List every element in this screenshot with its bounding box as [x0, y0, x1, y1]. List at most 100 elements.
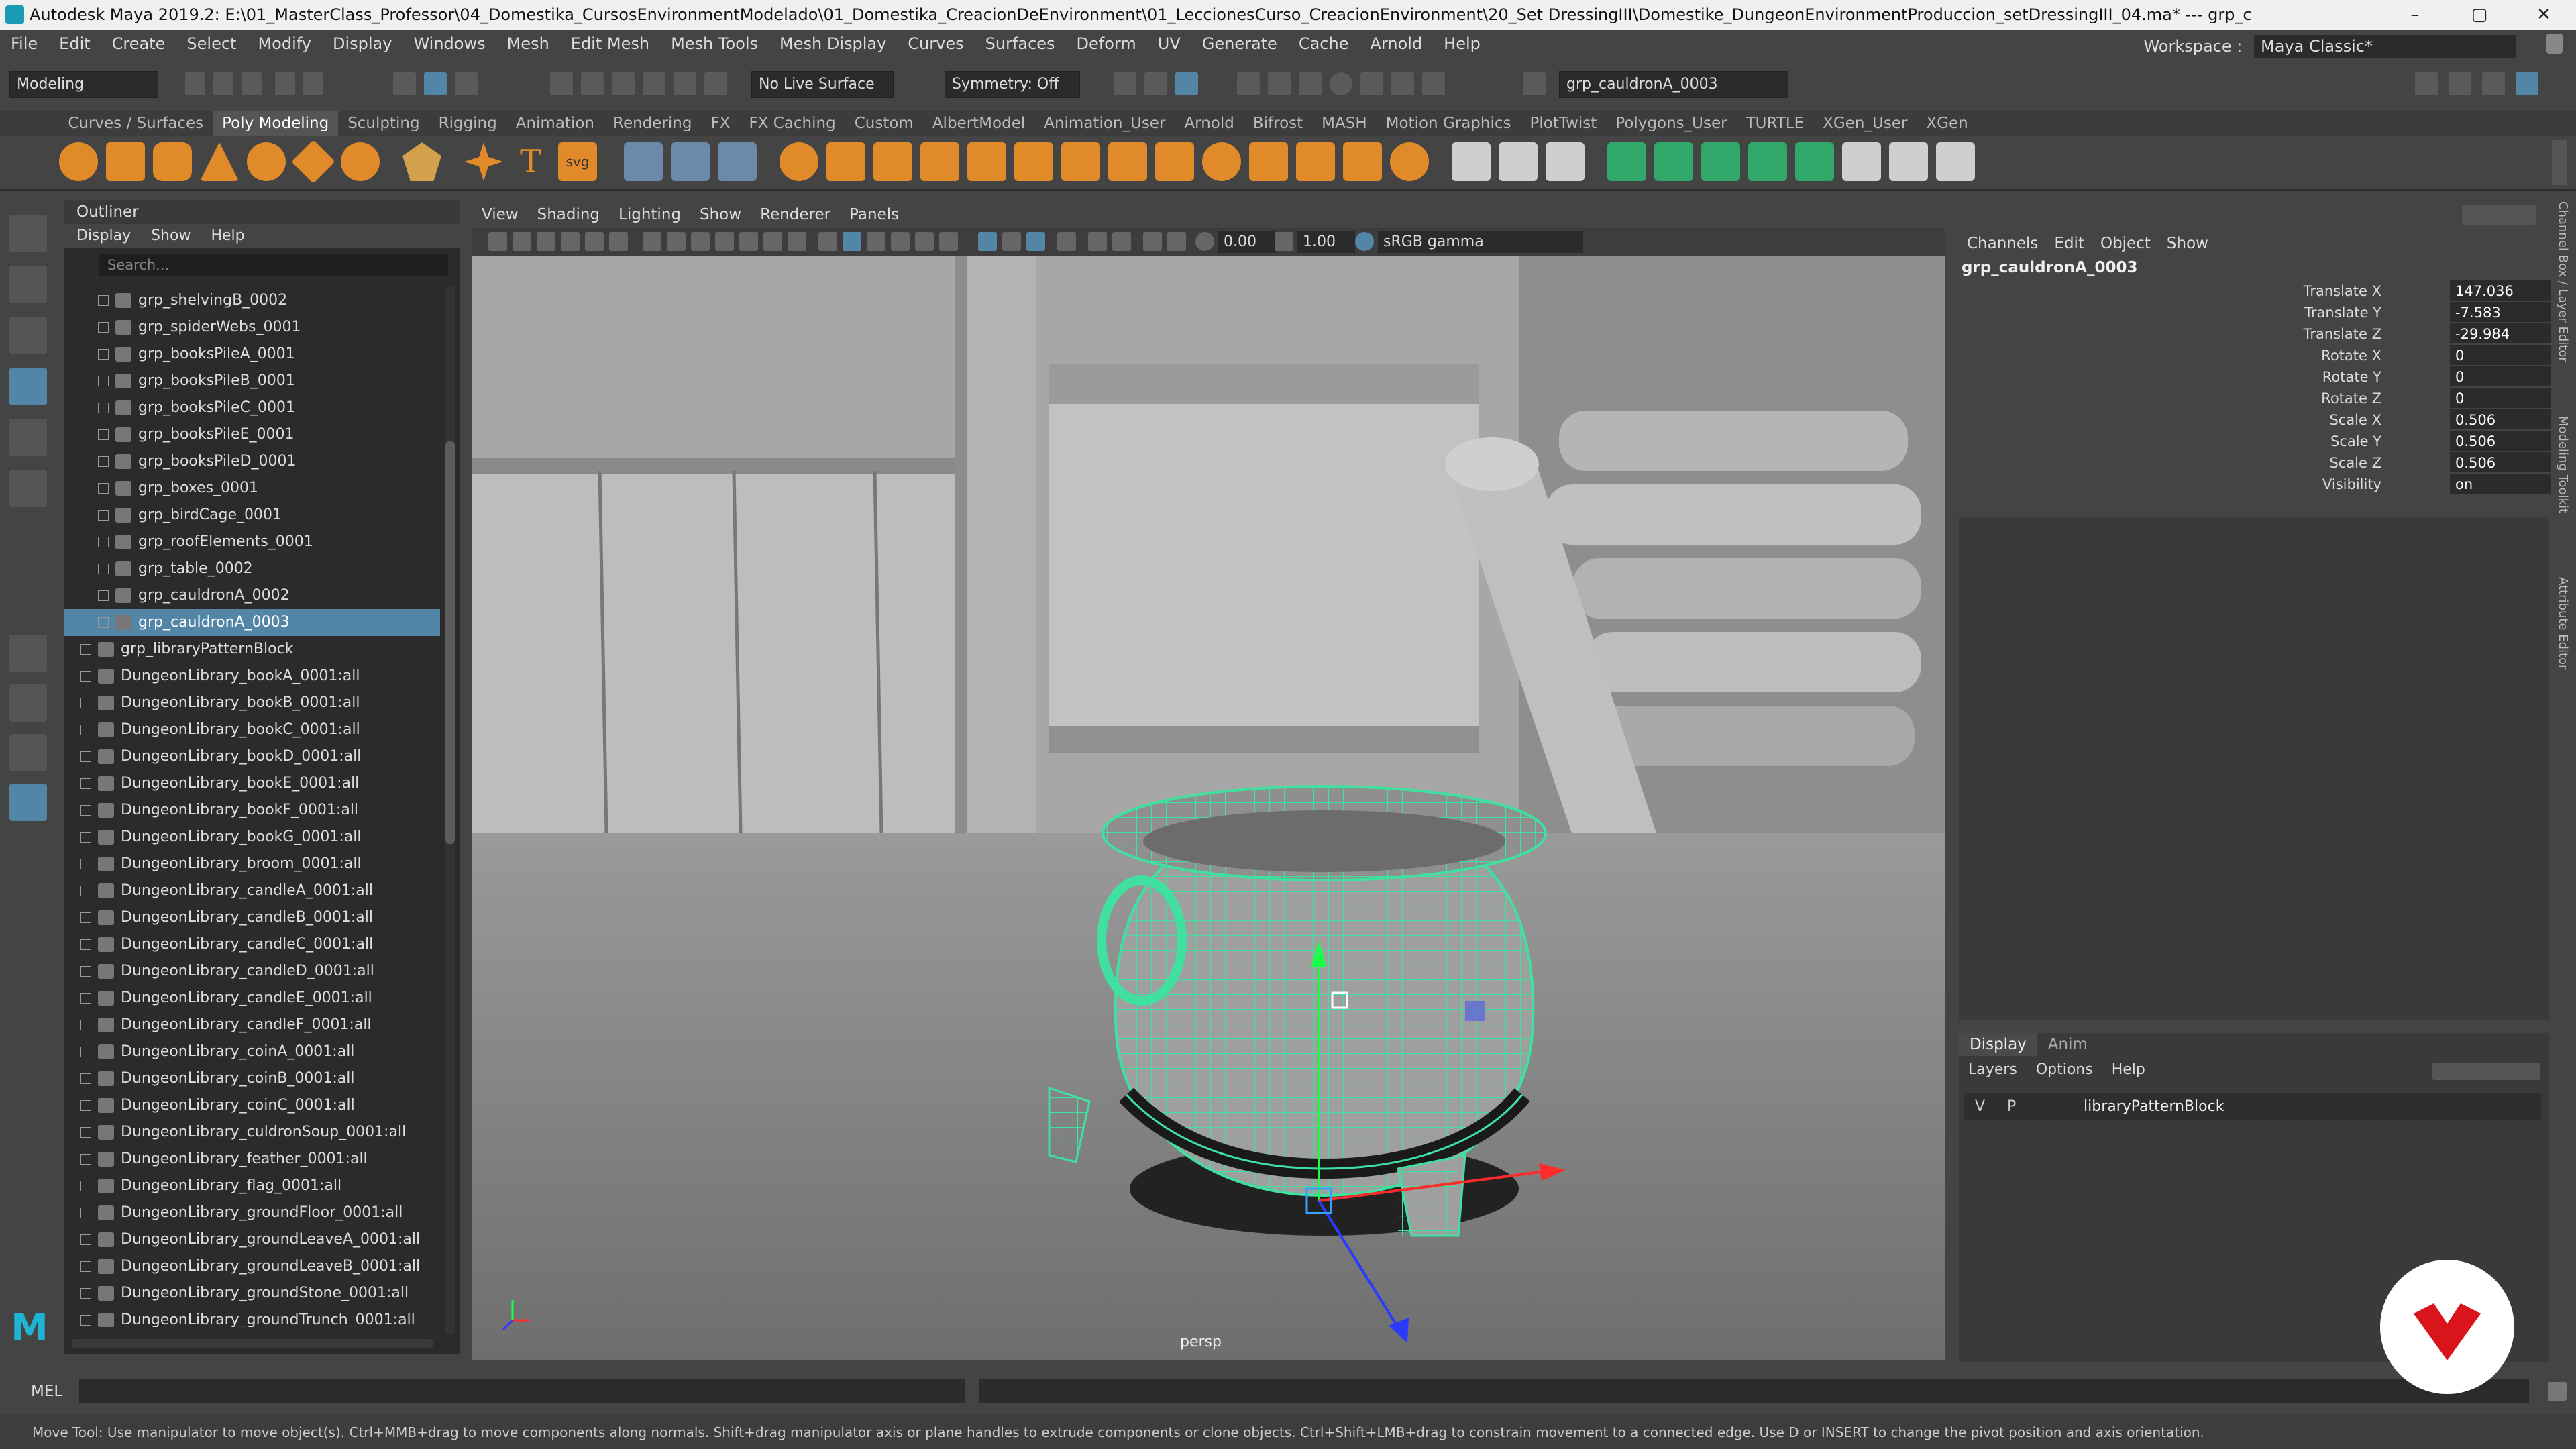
- rename-field-icon[interactable]: [1523, 72, 1546, 95]
- gate-mask-icon[interactable]: [715, 232, 734, 251]
- menu-surfaces[interactable]: Surfaces: [975, 30, 1066, 58]
- expand-icon[interactable]: [80, 1315, 91, 1326]
- expand-icon[interactable]: [80, 1100, 91, 1111]
- safe-title-icon[interactable]: [788, 232, 806, 251]
- outliner-item[interactable]: grp_booksPileC_0001: [64, 394, 440, 421]
- outliner-item[interactable]: DungeonLibrary_groundTrunch_0001:all: [64, 1307, 440, 1327]
- move-tool-icon[interactable]: [9, 368, 47, 405]
- render-frame-icon[interactable]: [1237, 72, 1260, 95]
- outliner-item[interactable]: grp_booksPileE_0001: [64, 421, 440, 448]
- channel-value-field[interactable]: -7.583: [2450, 302, 2551, 322]
- shelf-tab-arnold[interactable]: Arnold: [1175, 111, 1243, 136]
- smooth-shade-icon[interactable]: [843, 232, 861, 251]
- outliner-item[interactable]: DungeonLibrary_culdronSoup_0001:all: [64, 1119, 440, 1146]
- reset-transform-icon[interactable]: [1795, 142, 1834, 181]
- shelf-tab-bifrost[interactable]: Bifrost: [1244, 111, 1312, 136]
- menu-curves[interactable]: Curves: [897, 30, 974, 58]
- construction-history-icon[interactable]: [1144, 72, 1167, 95]
- arnold-render-icon[interactable]: [1360, 72, 1383, 95]
- channel-name[interactable]: Rotate Z: [2321, 388, 2381, 409]
- lasso-tool-icon[interactable]: [9, 266, 47, 303]
- shelf-tab-turtle[interactable]: TURTLE: [1737, 111, 1814, 136]
- menu-cache[interactable]: Cache: [1288, 30, 1360, 58]
- viewport-menu-panels[interactable]: Panels: [840, 206, 908, 223]
- layer-arrow-icons[interactable]: [2432, 1063, 2540, 1080]
- expand-icon[interactable]: [80, 859, 91, 869]
- expand-icon[interactable]: [80, 1127, 91, 1138]
- outliner-item[interactable]: DungeonLibrary_candleE_0001:all: [64, 985, 440, 1012]
- textured-icon[interactable]: [915, 232, 934, 251]
- poly-cylinder-icon[interactable]: [153, 142, 192, 181]
- history-icon[interactable]: [1114, 72, 1136, 95]
- mesh-combine-icon[interactable]: [624, 142, 663, 181]
- boolean-icon[interactable]: [780, 142, 818, 181]
- quad-draw-icon[interactable]: [1343, 142, 1382, 181]
- append-polygon-icon[interactable]: [1061, 142, 1100, 181]
- outliner-item[interactable]: DungeonLibrary_groundLeaveB_0001:all: [64, 1253, 440, 1280]
- symmetry-dropdown[interactable]: Symmetry: Off: [945, 71, 1080, 98]
- mesh-separate-icon[interactable]: [671, 142, 710, 181]
- wireframe-on-shaded-icon[interactable]: [891, 232, 910, 251]
- shelf-tab-motion-graphics[interactable]: Motion Graphics: [1377, 111, 1521, 136]
- channel-row-rotate-z[interactable]: Rotate Z 0: [1959, 388, 2551, 409]
- menu-modify[interactable]: Modify: [247, 30, 322, 58]
- mode-dropdown[interactable]: Modeling: [9, 71, 158, 98]
- expand-icon[interactable]: [80, 671, 91, 682]
- redo-icon[interactable]: [303, 72, 323, 95]
- expand-icon[interactable]: [80, 1046, 91, 1057]
- close-button[interactable]: ✕: [2517, 0, 2571, 30]
- layer-name[interactable]: libraryPatternBlock: [2084, 1093, 2224, 1120]
- viewport-menu-renderer[interactable]: Renderer: [751, 206, 840, 223]
- outliner-item[interactable]: DungeonLibrary_coinC_0001:all: [64, 1092, 440, 1119]
- lock-icon[interactable]: [2546, 34, 2563, 54]
- collapse-icon[interactable]: [1249, 142, 1288, 181]
- expand-icon[interactable]: [80, 966, 91, 977]
- side-tab-1[interactable]: Modeling Toolkit: [2556, 416, 2570, 513]
- outliner-layout-icon[interactable]: [9, 784, 47, 821]
- expand-icon[interactable]: [80, 724, 91, 735]
- render-settings-icon[interactable]: [1299, 72, 1322, 95]
- outliner-item[interactable]: grp_libraryPatternBlock: [64, 636, 440, 663]
- expand-icon[interactable]: [98, 322, 109, 333]
- rotate-tool-icon[interactable]: [9, 419, 47, 456]
- uv-layout-icon[interactable]: [1936, 142, 1975, 181]
- expand-icon[interactable]: [98, 349, 109, 360]
- snap-view-icon[interactable]: [643, 72, 665, 95]
- select-object-icon[interactable]: [424, 72, 447, 95]
- outliner-item[interactable]: DungeonLibrary_candleF_0001:all: [64, 1012, 440, 1038]
- outliner-item[interactable]: DungeonLibrary_bookB_0001:all: [64, 690, 440, 716]
- svg-tool-icon[interactable]: svg: [558, 142, 597, 181]
- menu-file[interactable]: File: [0, 30, 48, 58]
- ipr-render-icon[interactable]: [1268, 72, 1291, 95]
- screen-space-ao-icon[interactable]: [1002, 232, 1021, 251]
- delete-history-icon[interactable]: [1748, 142, 1787, 181]
- outliner-item[interactable]: DungeonLibrary_bookA_0001:all: [64, 663, 440, 690]
- outliner-item[interactable]: grp_birdCage_0001: [64, 502, 440, 529]
- menu-mesh[interactable]: Mesh: [496, 30, 560, 58]
- shelf-tab-poly-modeling[interactable]: Poly Modeling: [213, 111, 339, 136]
- outliner-hscrollbar[interactable]: [71, 1339, 433, 1348]
- expand-icon[interactable]: [98, 402, 109, 413]
- minimize-button[interactable]: –: [2388, 0, 2442, 30]
- expand-icon[interactable]: [80, 1181, 91, 1191]
- select-hierarchy-icon[interactable]: [393, 72, 416, 95]
- expand-icon[interactable]: [98, 456, 109, 467]
- tool-settings-toggle-icon[interactable]: [2482, 72, 2505, 95]
- shelf-tab-albertmodel[interactable]: AlbertModel: [923, 111, 1034, 136]
- layer-tab-display[interactable]: Display: [1959, 1033, 2037, 1056]
- layer-tab-anim[interactable]: Anim: [2037, 1033, 2098, 1056]
- mel-label[interactable]: MEL: [31, 1374, 62, 1409]
- outliner-item[interactable]: DungeonLibrary_bookF_0001:all: [64, 797, 440, 824]
- menu-select[interactable]: Select: [176, 30, 247, 58]
- freeze-transform-icon[interactable]: [1654, 142, 1693, 181]
- channel-row-visibility[interactable]: Visibility on: [1959, 474, 2551, 495]
- mirror-icon[interactable]: [826, 142, 865, 181]
- connect-icon[interactable]: [1390, 142, 1429, 181]
- outliner-item[interactable]: grp_spiderWebs_0001: [64, 314, 440, 341]
- expand-icon[interactable]: [98, 617, 109, 628]
- outliner-item[interactable]: DungeonLibrary_bookC_0001:all: [64, 716, 440, 743]
- channel-value-field[interactable]: 0: [2450, 345, 2551, 365]
- outliner-item[interactable]: DungeonLibrary_groundFloor_0001:all: [64, 1199, 440, 1226]
- channel-value-field[interactable]: 0.506: [2450, 431, 2551, 451]
- extract-icon[interactable]: [873, 142, 912, 181]
